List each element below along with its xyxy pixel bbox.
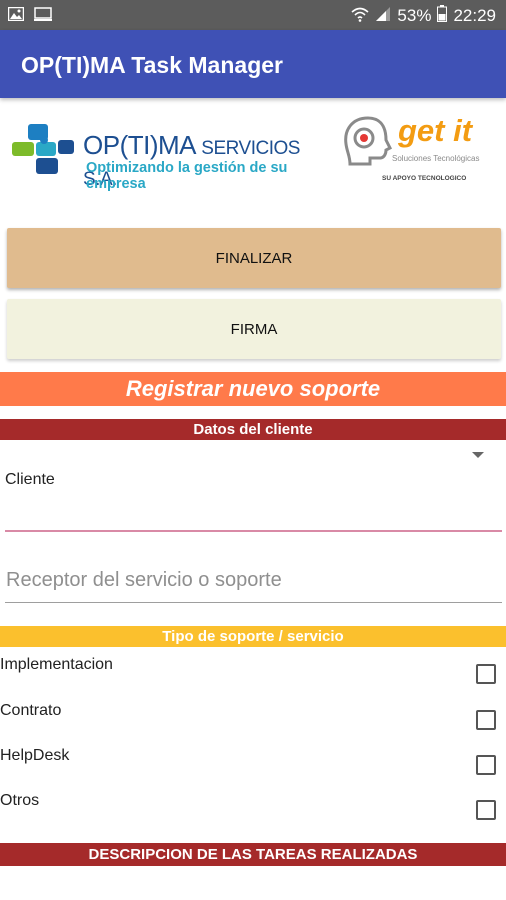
tipo-soporte-header: Tipo de soporte / servicio	[0, 626, 506, 647]
signal-icon	[375, 6, 391, 27]
head-gear-icon	[344, 116, 393, 166]
getit-name: get it	[398, 113, 473, 148]
optima-puzzle-icon	[12, 124, 74, 174]
clock: 22:29	[453, 6, 496, 25]
getit-logo: get it Soluciones Tecnológicas SU APOYO …	[340, 110, 502, 190]
check-row-implementacion[interactable]: Implementacion	[0, 650, 506, 690]
check-row-otros[interactable]: Otros	[0, 786, 506, 826]
image-icon	[7, 6, 25, 22]
check-label: Otros	[0, 792, 40, 809]
optima-tagline: Optimizando la gestión de su empresa	[86, 160, 288, 192]
dropdown-arrow-icon[interactable]	[472, 452, 484, 458]
check-row-helpdesk[interactable]: HelpDesk	[0, 741, 506, 781]
logo-area: OP(TI)MA SERVICIOS S.A. Optimizando la g…	[0, 110, 506, 195]
registrar-soporte-banner: Registrar nuevo soporte	[0, 372, 506, 406]
receptor-input[interactable]	[5, 565, 502, 603]
app-title: OP(TI)MA Task Manager	[21, 52, 283, 78]
monitor-icon	[34, 7, 52, 21]
cliente-underline	[5, 530, 502, 532]
check-label: HelpDesk	[0, 747, 70, 764]
implementacion-checkbox[interactable]	[476, 664, 496, 684]
finalizar-button[interactable]: FINALIZAR	[7, 228, 501, 288]
descripcion-header: DESCRIPCION DE LAS TAREAS REALIZADAS	[0, 843, 506, 866]
app-bar: OP(TI)MA Task Manager	[0, 30, 506, 98]
getit-apoyo: SU APOYO TECNOLOGICO	[382, 175, 467, 182]
otros-checkbox[interactable]	[476, 800, 496, 820]
wifi-icon	[351, 6, 369, 27]
optima-logo: OP(TI)MA SERVICIOS S.A. Optimizando la g…	[8, 114, 323, 192]
check-label: Contrato	[0, 702, 62, 719]
helpdesk-checkbox[interactable]	[476, 755, 496, 775]
check-label: Implementacion	[0, 656, 113, 673]
battery-percent: 53%	[397, 6, 432, 25]
cliente-label: Cliente	[5, 471, 55, 488]
cliente-spinner[interactable]: Cliente	[0, 442, 506, 534]
datos-cliente-header: Datos del cliente	[0, 419, 506, 440]
check-row-contrato[interactable]: Contrato	[0, 696, 506, 736]
status-bar: 53% 22:29	[0, 0, 506, 30]
firma-button[interactable]: FIRMA	[7, 299, 501, 359]
battery-icon	[437, 5, 448, 27]
contrato-checkbox[interactable]	[476, 710, 496, 730]
getit-subtitle: Soluciones Tecnológicas	[392, 154, 480, 163]
